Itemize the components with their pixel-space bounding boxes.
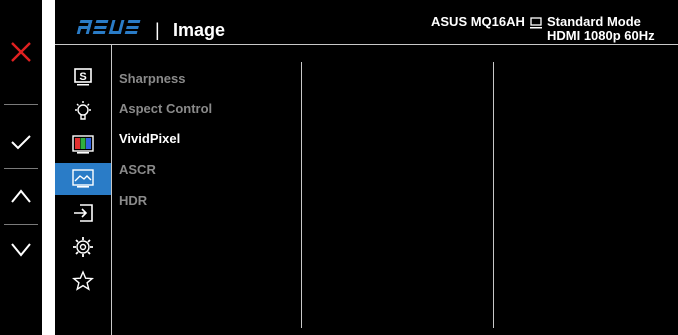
nav-item-my-favorite[interactable] <box>55 265 111 297</box>
monitor-model: ASUS MQ16AH <box>431 14 525 29</box>
input-select-icon <box>74 204 93 222</box>
nav-item-color[interactable] <box>55 129 111 161</box>
check-icon <box>11 135 31 150</box>
splendid-icon: S <box>74 68 92 86</box>
bulb-icon <box>75 101 91 120</box>
close-key[interactable] <box>0 30 42 74</box>
splendid-label: S <box>79 71 86 83</box>
nav-item-image[interactable] <box>55 163 111 195</box>
key-divider <box>4 168 38 169</box>
nav-item-bluelight[interactable] <box>55 95 111 127</box>
osd-panel: | Image ASUS MQ16AH Standard Mode HDMI 1… <box>55 0 678 335</box>
page-title: Image <box>173 20 226 40</box>
header-divider <box>55 44 678 45</box>
confirm-key[interactable] <box>0 122 42 162</box>
column-divider <box>111 45 112 335</box>
monitor-icon <box>530 16 542 34</box>
column-divider <box>301 62 302 328</box>
input-signal: HDMI 1080p 60Hz <box>547 28 655 43</box>
header-separator: | <box>155 20 160 40</box>
menu-item-sharpness[interactable]: Sharpness <box>119 71 185 86</box>
key-divider <box>4 104 38 105</box>
category-nav: S <box>55 45 111 335</box>
star-icon <box>72 270 94 291</box>
menu-item-ascr[interactable]: ASCR <box>119 162 156 177</box>
menu-item-vividpixel[interactable]: VividPixel <box>119 131 180 146</box>
close-icon <box>11 42 31 62</box>
column-divider <box>493 62 494 328</box>
hardware-key-column <box>0 0 42 335</box>
color-icon <box>72 135 94 154</box>
key-divider <box>4 224 38 225</box>
osd-header: | Image ASUS MQ16AH Standard Mode HDMI 1… <box>55 0 678 60</box>
chevron-up-icon <box>11 189 31 203</box>
menu-item-hdr[interactable]: HDR <box>119 193 147 208</box>
system-setup-icon <box>73 237 93 257</box>
nav-item-input-select[interactable] <box>55 197 111 229</box>
chevron-down-icon <box>11 243 31 257</box>
up-key[interactable] <box>0 176 42 216</box>
asus-logo <box>73 18 143 41</box>
nav-item-splendid[interactable]: S <box>55 61 111 93</box>
nav-item-system-setup[interactable] <box>55 231 111 263</box>
display-mode: Standard Mode <box>547 14 641 29</box>
image-icon <box>72 169 94 188</box>
menu-item-aspect-control[interactable]: Aspect Control <box>119 101 212 116</box>
down-key[interactable] <box>0 230 42 270</box>
